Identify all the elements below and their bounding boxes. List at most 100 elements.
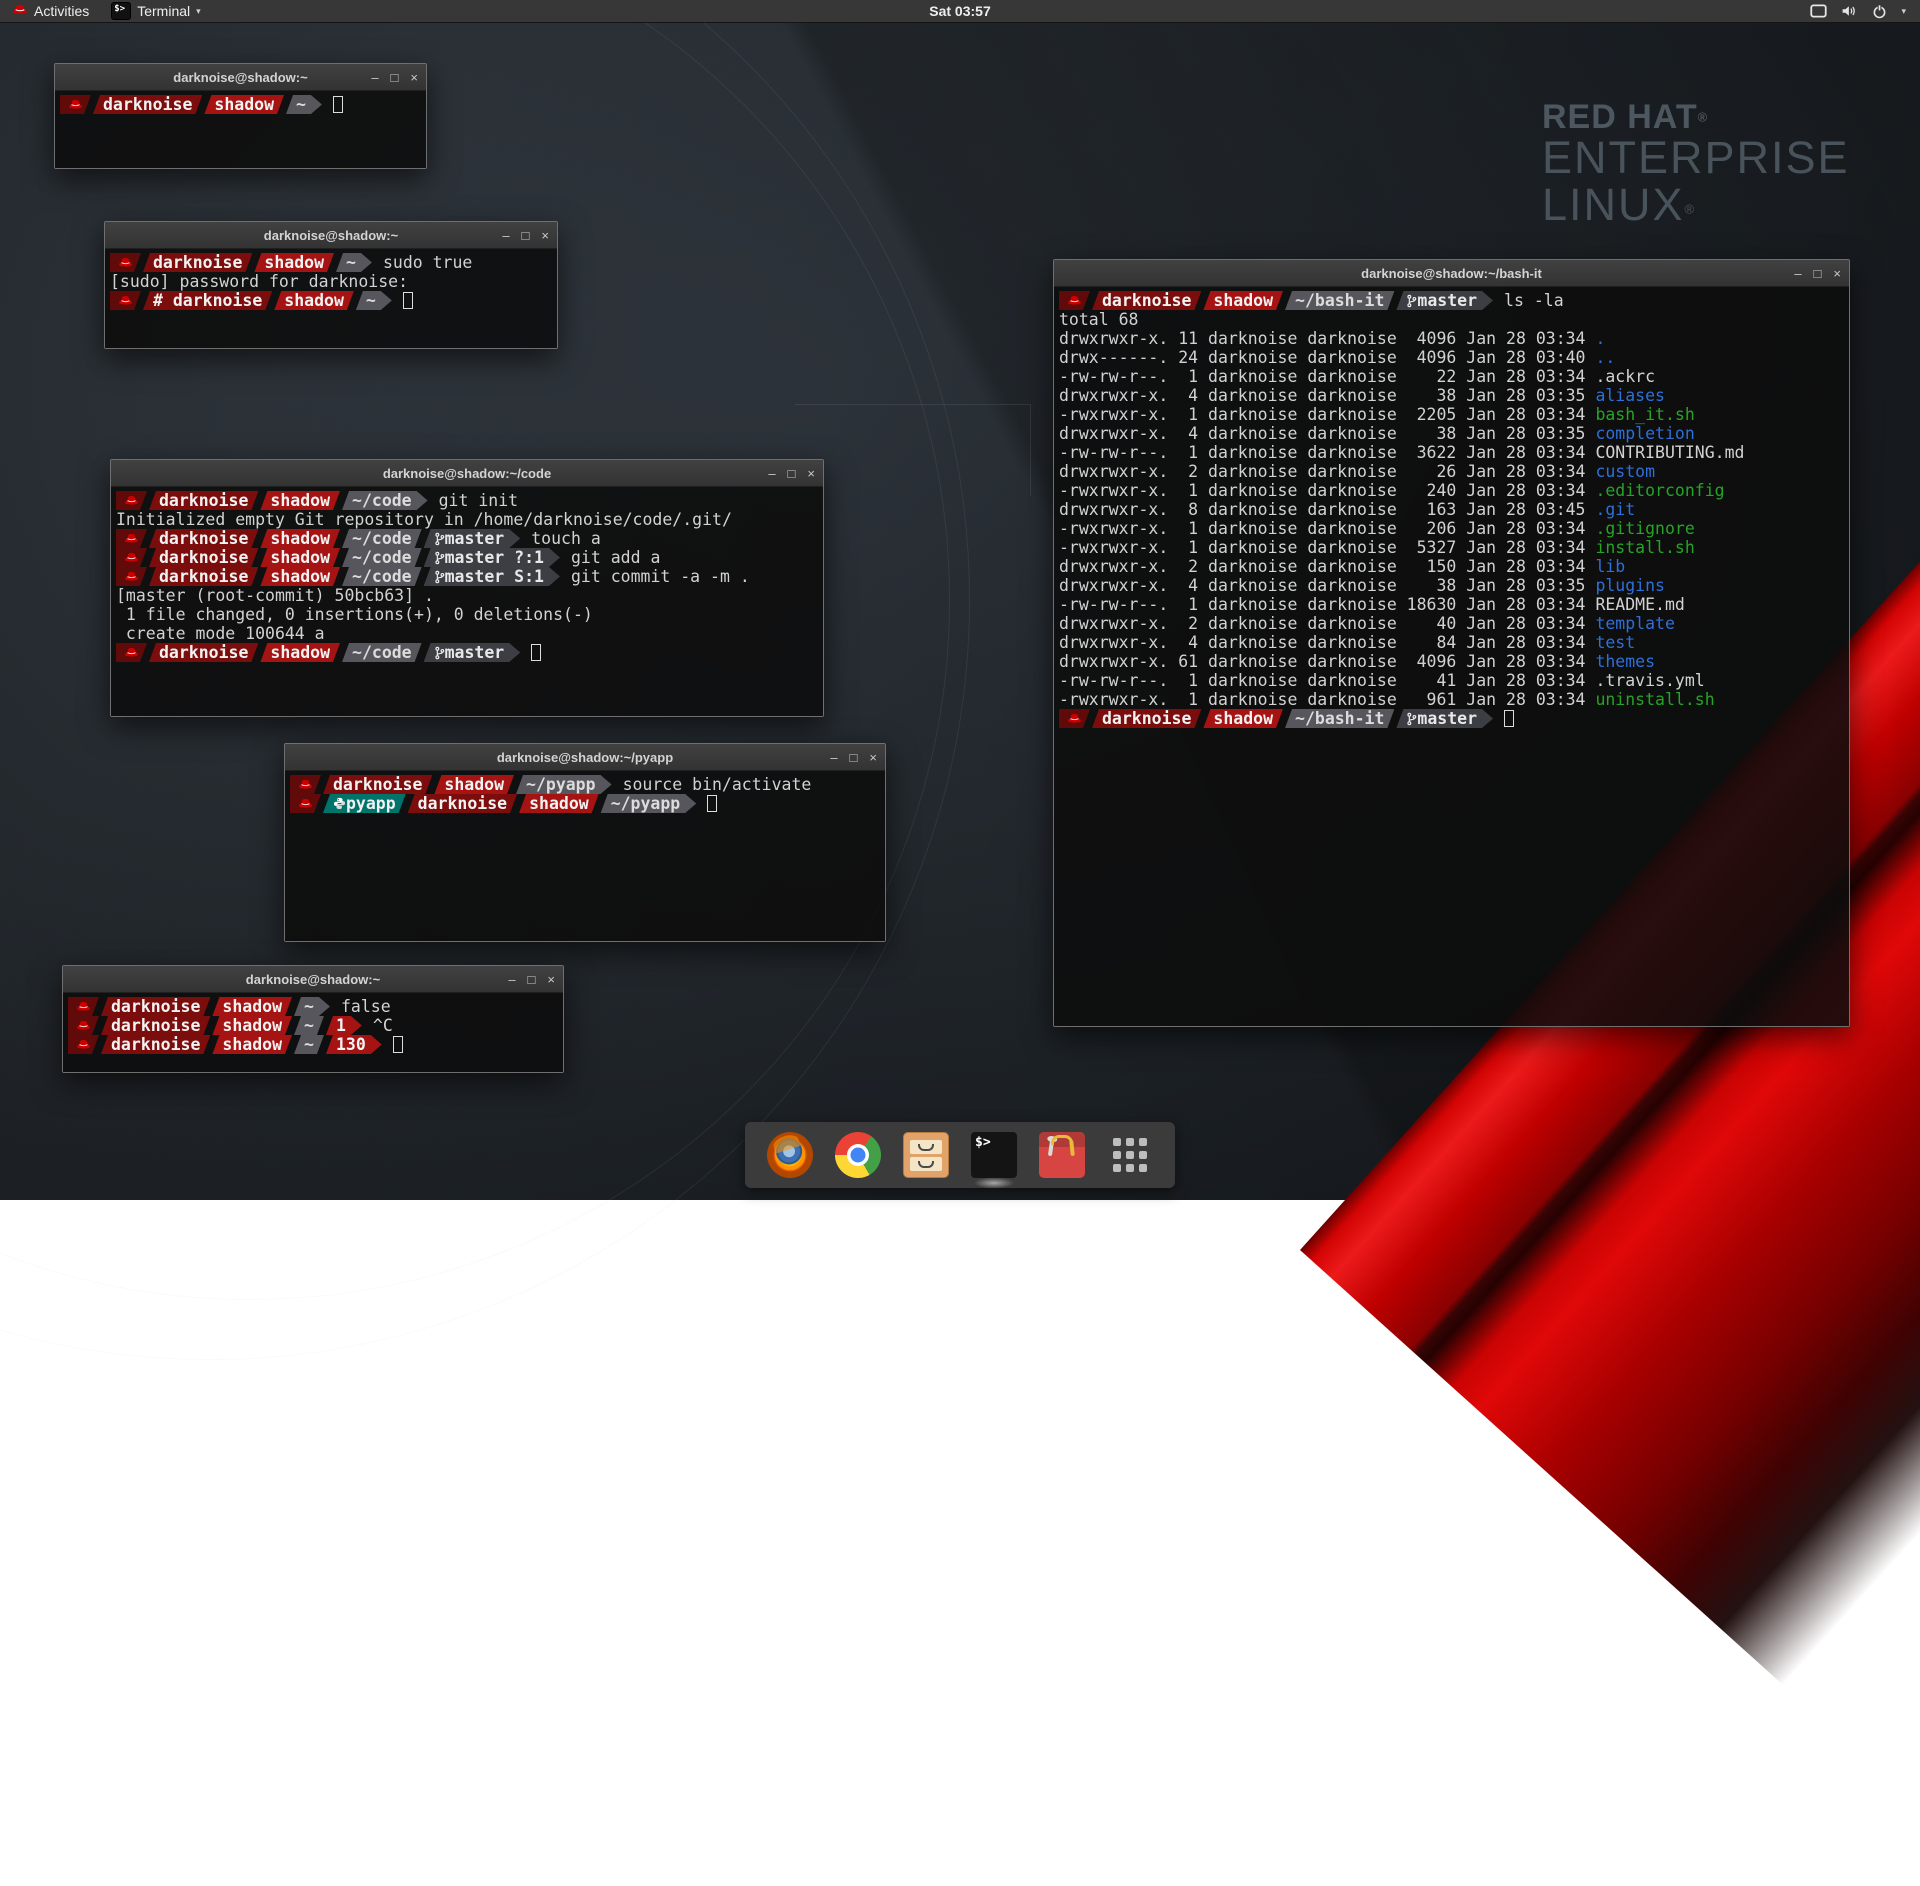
close-button[interactable]: × (807, 467, 815, 480)
ls-row: -rw-rw-r--. 1 darknoise darknoise 18630 … (1059, 595, 1844, 614)
prompt-line: # darknoiseshadow~ (110, 291, 552, 310)
prompt-segment-exit: 1 (326, 1016, 362, 1035)
terminal-content[interactable]: darknoiseshadow~ (55, 91, 426, 168)
maximize-button[interactable]: □ (788, 467, 796, 480)
dock-item-app-grid[interactable] (1107, 1132, 1153, 1178)
prompt-segment-path: ~/code (342, 491, 428, 510)
activities-label: Activities (34, 3, 89, 19)
file-name: themes (1595, 652, 1655, 671)
brand-enterprise: ENTERPRISE (1542, 135, 1850, 182)
minimize-button[interactable]: – (768, 467, 775, 480)
ls-row: drwxrwxr-x. 61 darknoise darknoise 4096 … (1059, 652, 1844, 671)
terminal-content[interactable]: darknoiseshadow~/pyappsource bin/activat… (285, 771, 885, 941)
file-name: README.md (1595, 595, 1684, 614)
file-name: .editorconfig (1595, 481, 1724, 500)
terminal-content[interactable]: darknoiseshadow~/codegit initInitialized… (111, 487, 823, 716)
prompt-segment-hat (116, 548, 147, 567)
terminal-content[interactable]: darknoiseshadow~falsedarknoiseshadow~1^C… (63, 993, 563, 1072)
redhat-icon (1067, 295, 1082, 306)
file-name: template (1595, 614, 1674, 633)
terminal-cursor (531, 644, 541, 661)
redhat-icon (118, 257, 133, 268)
dock-item-firefox[interactable] (767, 1132, 813, 1178)
prompt-line: darknoiseshadow~sudo true (110, 253, 552, 272)
prompt-line: darknoiseshadow~/codemaster ?:1git add a (116, 548, 818, 567)
terminal-cursor (707, 795, 717, 812)
ls-row: drwxrwxr-x. 2 darknoise darknoise 26 Jan… (1059, 462, 1844, 481)
close-button[interactable]: × (541, 229, 549, 242)
prompt-segment-user: darknoise (1092, 709, 1201, 728)
firefox-icon (767, 1132, 813, 1178)
activities-button[interactable]: Activities (0, 0, 101, 22)
window-title: darknoise@shadow:~ (173, 70, 307, 85)
dock-item-terminal[interactable]: $> (971, 1132, 1017, 1178)
ls-row: drwxrwxr-x. 2 darknoise darknoise 40 Jan… (1059, 614, 1844, 633)
prompt-segment-path: ~/code (342, 643, 422, 662)
window-titlebar[interactable]: darknoise@shadow:~/pyapp – □ × (285, 744, 885, 771)
command-text: ls -la (1504, 291, 1564, 310)
minimize-button[interactable]: – (502, 229, 509, 242)
maximize-button[interactable]: □ (850, 751, 858, 764)
command-text: false (341, 997, 391, 1016)
close-button[interactable]: × (547, 973, 555, 986)
maximize-button[interactable]: □ (1814, 267, 1822, 280)
app-menu-terminal[interactable]: $> Terminal ▾ (101, 0, 210, 22)
command-text: git commit -a -m . (571, 567, 750, 586)
prompt-segment-path: ~/pyapp (516, 775, 612, 794)
prompt-segment-host: shadow (1203, 709, 1283, 728)
minimize-button[interactable]: – (1794, 267, 1801, 280)
window-titlebar[interactable]: darknoise@shadow:~ – □ × (105, 222, 557, 249)
minimize-button[interactable]: – (371, 71, 378, 84)
prompt-line: darknoiseshadow~/pyappsource bin/activat… (290, 775, 880, 794)
redhat-icon (298, 779, 313, 790)
prompt-segment-git: master (1396, 709, 1493, 728)
prompt-segment-host: shadow (260, 643, 340, 662)
clock[interactable]: Sat 03:57 (929, 3, 990, 19)
dock-item-toolbox[interactable] (1039, 1132, 1085, 1178)
prompt-line: darknoiseshadow~/codemastertouch a (116, 529, 818, 548)
terminal-window-pyapp: darknoise@shadow:~/pyapp – □ × darknoise… (284, 743, 886, 942)
branch-icon (434, 570, 445, 584)
dock-item-chrome[interactable] (835, 1132, 881, 1178)
prompt-segment-hat (60, 95, 91, 114)
top-bar: Activities $> Terminal ▾ Sat 03:57 ▾ (0, 0, 1920, 22)
terminal-window-home-2: darknoise@shadow:~ – □ × darknoiseshadow… (62, 965, 564, 1073)
branch-icon (434, 532, 445, 546)
terminal-content[interactable]: darknoiseshadow~/bash-itmasterls -latota… (1054, 287, 1849, 1026)
terminal-output-line: Initialized empty Git repository in /hom… (116, 510, 818, 529)
window-titlebar[interactable]: darknoise@shadow:~ – □ × (63, 966, 563, 993)
volume-icon[interactable] (1841, 4, 1858, 18)
terminal-cursor (403, 292, 413, 309)
minimize-button[interactable]: – (508, 973, 515, 986)
prompt-segment-path: ~/code (342, 548, 422, 567)
maximize-button[interactable]: □ (522, 229, 530, 242)
window-titlebar[interactable]: darknoise@shadow:~/bash-it – □ × (1054, 260, 1849, 287)
prompt-segment-path: ~/code (342, 567, 422, 586)
dock-item-files[interactable] (903, 1132, 949, 1178)
minimize-button[interactable]: – (830, 751, 837, 764)
chevron-down-icon[interactable]: ▾ (1901, 6, 1906, 17)
terminal-output-line: 1 file changed, 0 insertions(+), 0 delet… (116, 605, 818, 624)
prompt-segment-host: shadow (254, 253, 334, 272)
redhat-icon (68, 99, 83, 110)
prompt-segment-git: master (424, 643, 521, 662)
window-titlebar[interactable]: darknoise@shadow:~ – □ × (55, 64, 426, 91)
close-button[interactable]: × (869, 751, 877, 764)
prompt-segment-path: ~ (286, 95, 322, 114)
maximize-button[interactable]: □ (528, 973, 536, 986)
terminal-content[interactable]: darknoiseshadow~sudo true[sudo] password… (105, 249, 557, 348)
screen-icon[interactable] (1810, 4, 1827, 18)
rhel-branding: RED HAT® ENTERPRISE LINUX® (1542, 100, 1850, 229)
prompt-segment-user: darknoise (101, 997, 210, 1016)
python-icon (333, 797, 346, 810)
prompt-segment-host: shadow (260, 548, 340, 567)
maximize-button[interactable]: □ (391, 71, 399, 84)
file-name: test (1595, 633, 1635, 652)
window-titlebar[interactable]: darknoise@shadow:~/code – □ × (111, 460, 823, 487)
close-button[interactable]: × (1833, 267, 1841, 280)
ls-row: -rwxrwxr-x. 1 darknoise darknoise 206 Ja… (1059, 519, 1844, 538)
prompt-segment-hat (116, 643, 147, 662)
close-button[interactable]: × (410, 71, 418, 84)
prompt-line: pyappdarknoiseshadow~/pyapp (290, 794, 880, 813)
power-icon[interactable] (1872, 4, 1887, 19)
